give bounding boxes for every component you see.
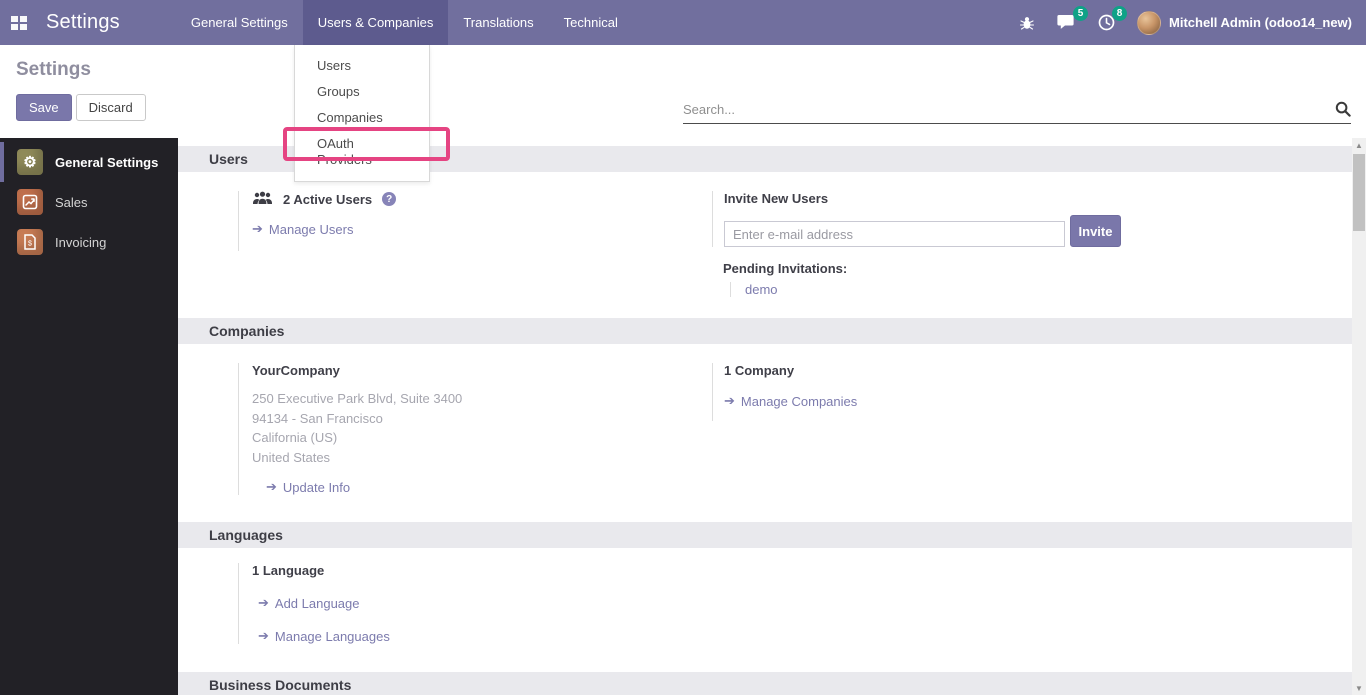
users-companies-dropdown: Users Groups Companies OAuth Providers: [294, 45, 430, 182]
dropdown-item-oauth-providers[interactable]: OAuth Providers: [295, 131, 429, 173]
invite-button[interactable]: Invite: [1070, 215, 1121, 247]
control-panel: Settings Save Discard: [0, 45, 1366, 138]
invite-email-input[interactable]: [724, 221, 1065, 247]
pending-invitations-title: Pending Invitations:: [723, 261, 1121, 276]
sales-chart-icon: [17, 189, 43, 215]
dropdown-item-groups[interactable]: Groups: [295, 79, 429, 105]
manage-users-link[interactable]: ➔Manage Users: [252, 221, 353, 237]
arrow-right-icon: ➔: [258, 628, 269, 644]
save-button[interactable]: Save: [16, 94, 72, 121]
sidebar-item-general-settings[interactable]: ⚙ General Settings: [0, 142, 178, 182]
company-address-line: 250 Executive Park Blvd, Suite 3400: [252, 389, 712, 409]
pending-invitations-box: Pending Invitations: demo: [712, 261, 1121, 297]
systray: 5 8 Mitchell Admin (odoo14_new): [1019, 0, 1366, 45]
users-section: 2 Active Users ? ➔Manage Users Invite Ne…: [178, 172, 1366, 318]
company-info-box: YourCompany 250 Executive Park Blvd, Sui…: [238, 363, 712, 495]
menu-technical[interactable]: Technical: [549, 0, 633, 45]
user-name: Mitchell Admin (odoo14_new): [1169, 15, 1352, 30]
apps-grid-icon: [11, 16, 27, 30]
debug-bug-button[interactable]: [1019, 15, 1035, 31]
dropdown-item-users[interactable]: Users: [295, 53, 429, 79]
page-title: Settings: [16, 59, 1350, 81]
search-button[interactable]: [1335, 101, 1351, 117]
menu-users-companies[interactable]: Users & Companies: [303, 0, 449, 45]
company-name: YourCompany: [252, 363, 712, 378]
settings-sidebar: ⚙ General Settings Sales $ Invoicing: [0, 138, 178, 695]
top-navbar: Settings General Settings Users & Compan…: [0, 0, 1366, 45]
sidebar-item-label: Sales: [55, 195, 88, 210]
companies-section: YourCompany 250 Executive Park Blvd, Sui…: [178, 344, 1366, 522]
section-header-languages: Languages: [178, 522, 1366, 548]
apps-menu-button[interactable]: [0, 0, 38, 45]
update-info-link[interactable]: ➔Update Info: [266, 479, 350, 495]
section-header-companies: Companies: [178, 318, 1366, 344]
pending-invitation-demo-link[interactable]: demo: [745, 282, 778, 297]
language-count: 1 Language: [252, 563, 712, 578]
search-input[interactable]: [683, 102, 1335, 117]
bug-icon: [1019, 15, 1035, 31]
activities-badge: 8: [1112, 6, 1127, 21]
sidebar-item-label: Invoicing: [55, 235, 106, 250]
company-address-line: 94134 - San Francisco: [252, 409, 712, 429]
dropdown-item-companies[interactable]: Companies: [295, 105, 429, 131]
menu-general-settings[interactable]: General Settings: [176, 0, 303, 45]
messages-button[interactable]: 5: [1057, 14, 1076, 31]
sidebar-item-label: General Settings: [55, 155, 158, 170]
messages-badge: 5: [1073, 6, 1088, 21]
gear-icon: ⚙: [17, 149, 43, 175]
discard-button[interactable]: Discard: [76, 94, 146, 121]
search-bar: [683, 101, 1351, 124]
scrollbar-thumb[interactable]: [1353, 154, 1365, 231]
user-menu[interactable]: Mitchell Admin (odoo14_new): [1137, 11, 1352, 35]
app-brand[interactable]: Settings: [38, 0, 128, 45]
odoo-settings-app: Settings General Settings Users & Compan…: [0, 0, 1366, 695]
activities-button[interactable]: 8: [1098, 14, 1115, 31]
languages-box: 1 Language ➔Add Language ➔Manage Languag…: [238, 563, 712, 644]
user-avatar: [1137, 11, 1161, 35]
arrow-right-icon: ➔: [258, 595, 269, 611]
company-count-box: 1 Company ➔Manage Companies: [712, 363, 857, 421]
help-icon[interactable]: ?: [382, 192, 396, 206]
arrow-right-icon: ➔: [266, 479, 277, 495]
users-group-icon: [252, 191, 273, 207]
scroll-up-arrow[interactable]: ▲: [1352, 138, 1366, 152]
sidebar-item-sales[interactable]: Sales: [0, 182, 178, 222]
invite-title: Invite New Users: [724, 191, 1121, 206]
languages-section: 1 Language ➔Add Language ➔Manage Languag…: [178, 548, 1366, 672]
settings-main-panel: Users 2 Active Users ? ➔Manage Users: [178, 138, 1366, 695]
company-count: 1 Company: [724, 363, 857, 378]
active-users-box: 2 Active Users ? ➔Manage Users: [238, 191, 712, 251]
menu-translations[interactable]: Translations: [448, 0, 548, 45]
svg-text:$: $: [28, 241, 32, 248]
vertical-scrollbar[interactable]: ▲ ▼: [1352, 138, 1366, 695]
manage-languages-link[interactable]: ➔Manage Languages: [258, 628, 390, 644]
manage-companies-link[interactable]: ➔Manage Companies: [724, 393, 857, 409]
search-icon: [1335, 101, 1351, 117]
active-users-count: 2 Active Users: [283, 192, 372, 207]
add-language-link[interactable]: ➔Add Language: [258, 595, 360, 611]
content-area: ⚙ General Settings Sales $ Invoicing Use…: [0, 138, 1366, 695]
section-header-business-documents: Business Documents: [178, 672, 1366, 695]
main-menu: General Settings Users & Companies Trans…: [176, 0, 633, 45]
arrow-right-icon: ➔: [724, 393, 735, 409]
invoice-document-icon: $: [17, 229, 43, 255]
invite-users-box: Invite New Users Invite: [712, 191, 1121, 247]
sidebar-item-invoicing[interactable]: $ Invoicing: [0, 222, 178, 262]
arrow-right-icon: ➔: [252, 221, 263, 237]
scroll-down-arrow[interactable]: ▼: [1352, 681, 1366, 695]
company-address-line: California (US): [252, 428, 712, 448]
company-address-line: United States: [252, 448, 712, 468]
